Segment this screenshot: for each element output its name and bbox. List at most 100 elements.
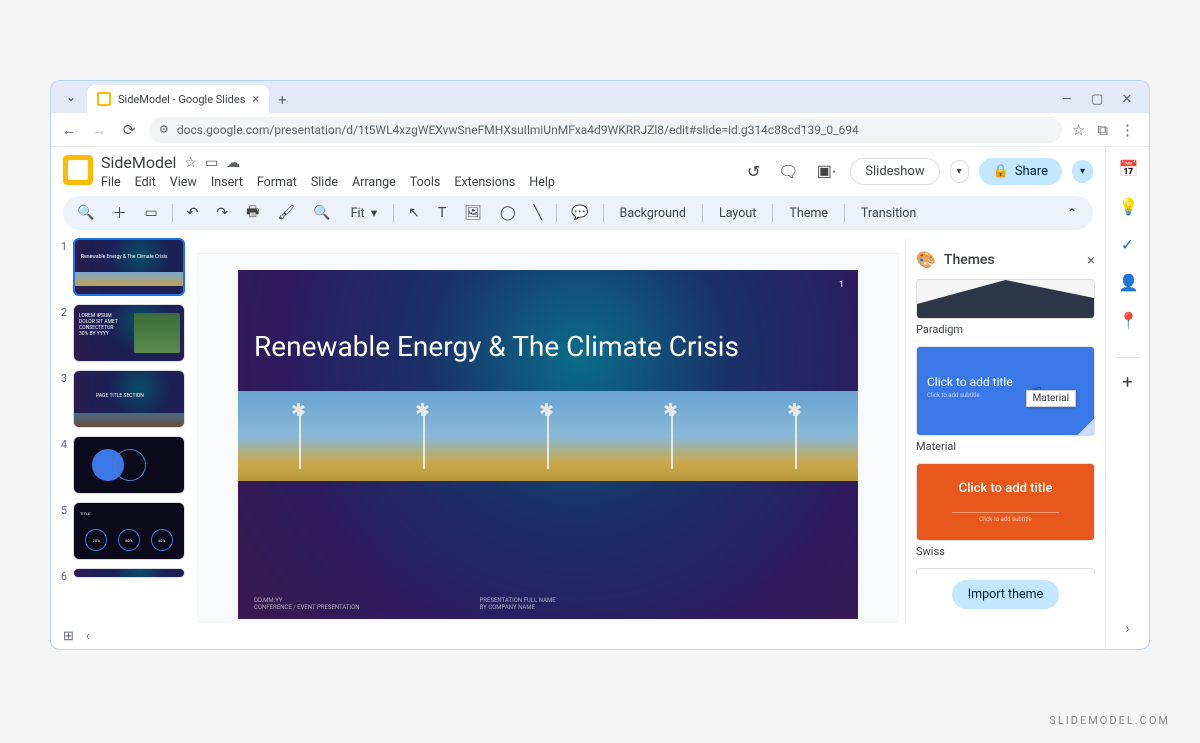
menu-help[interactable]: Help bbox=[529, 175, 555, 190]
browser-tab[interactable]: SideModel - Google Slides × bbox=[87, 85, 269, 113]
close-panel-icon[interactable]: × bbox=[1087, 251, 1095, 269]
forward-button[interactable]: → bbox=[89, 121, 109, 139]
side-rail: 📅 💡 ✓ 👤 📍 + › bbox=[1105, 147, 1149, 649]
share-button[interactable]: 🔒 Share bbox=[979, 158, 1062, 185]
menu-insert[interactable]: Insert bbox=[211, 175, 243, 190]
theme-label: Material bbox=[916, 440, 1095, 453]
slide-canvas[interactable]: 1 Renewable Energy & The Climate Crisis … bbox=[238, 270, 858, 619]
themes-panel-title: Themes bbox=[944, 252, 995, 268]
menu-extensions[interactable]: Extensions bbox=[454, 175, 515, 190]
extensions-icon[interactable]: ⧉ bbox=[1097, 121, 1108, 139]
menu-slide[interactable]: Slide bbox=[311, 175, 338, 190]
theme-button[interactable]: Theme bbox=[783, 204, 834, 223]
theme-card-paradigm[interactable] bbox=[916, 279, 1095, 319]
slide-canvas-area[interactable]: 1 Renewable Energy & The Climate Crisis … bbox=[197, 254, 899, 623]
menu-edit[interactable]: Edit bbox=[135, 175, 156, 190]
slide-thumbnail-5[interactable]: TITLE 20% 80% 40% bbox=[73, 502, 185, 560]
meet-icon[interactable]: ▣∙ bbox=[813, 157, 841, 185]
hide-panel-icon[interactable]: › bbox=[1125, 621, 1129, 637]
slide-title[interactable]: Renewable Energy & The Climate Crisis bbox=[238, 270, 858, 363]
bookmark-icon[interactable]: ☆ bbox=[1072, 121, 1085, 139]
lock-icon: 🔒 bbox=[993, 164, 1009, 179]
share-dropdown[interactable]: ▾ bbox=[1072, 160, 1093, 183]
contacts-icon[interactable]: 👤 bbox=[1119, 273, 1137, 291]
slide-thumbnail-2[interactable]: LOREM IPSUM DOLOR SIT AMET CONSECTETUR 3… bbox=[73, 304, 185, 362]
theme-tooltip: Material bbox=[1026, 390, 1076, 407]
line-tool[interactable]: ╲ bbox=[530, 203, 546, 223]
transition-button[interactable]: Transition bbox=[855, 204, 922, 223]
menu-file[interactable]: File bbox=[101, 175, 121, 190]
site-info-icon[interactable]: ⚙ bbox=[159, 123, 169, 136]
comments-icon[interactable]: 🗨 bbox=[774, 158, 802, 185]
history-icon[interactable]: ↺ bbox=[743, 158, 764, 185]
reload-button[interactable]: ⟳ bbox=[119, 121, 139, 139]
browser-menu-icon[interactable]: ⋮ bbox=[1120, 121, 1135, 139]
slides-favicon bbox=[97, 92, 111, 106]
calendar-icon[interactable]: 📅 bbox=[1119, 159, 1137, 177]
paint-format-button[interactable]: 🖌 bbox=[273, 203, 299, 223]
import-theme-button[interactable]: Import theme bbox=[952, 580, 1059, 609]
maximize-button[interactable]: ▢ bbox=[1091, 92, 1103, 107]
menu-view[interactable]: View bbox=[170, 175, 197, 190]
watermark: SLIDEMODEL.COM bbox=[1049, 714, 1170, 727]
textbox-tool[interactable]: T bbox=[434, 203, 450, 223]
thumb-number: 1 bbox=[57, 238, 67, 296]
star-icon[interactable]: ☆ bbox=[184, 155, 197, 171]
zoom-icon[interactable]: 🔍 bbox=[309, 203, 334, 223]
collapse-toolbar-icon[interactable]: ⌃ bbox=[1061, 204, 1083, 222]
window-controls: — ▢ ✕ bbox=[1061, 92, 1143, 113]
close-window-button[interactable]: ✕ bbox=[1121, 92, 1133, 107]
slide-thumbnail-1[interactable]: Renewable Energy & The Climate Crisis bbox=[73, 238, 185, 296]
document-title[interactable]: SideModel bbox=[101, 153, 176, 172]
background-button[interactable]: Background bbox=[614, 204, 692, 223]
horizontal-ruler[interactable] bbox=[197, 238, 899, 254]
back-button[interactable]: ← bbox=[59, 121, 79, 139]
toolbar: 🔍 ＋ ▭ ↶ ↷ 🖶 🖌 🔍 Fit ▾ ↖ T 🖼 ◯ ╲ 💬 Bac bbox=[63, 196, 1093, 230]
address-bar: ← → ⟳ ⚙ docs.google.com/presentation/d/1… bbox=[51, 113, 1149, 147]
tabs-dropdown[interactable]: ⌄ bbox=[59, 85, 83, 109]
slides-logo-icon[interactable] bbox=[63, 155, 93, 185]
slide-thumbnail-6[interactable] bbox=[73, 568, 185, 578]
maps-icon[interactable]: 📍 bbox=[1119, 311, 1137, 329]
search-menus-icon[interactable]: 🔍 bbox=[73, 203, 98, 223]
layout-button[interactable]: Layout bbox=[713, 204, 762, 223]
new-slide-button[interactable]: ＋ bbox=[108, 201, 130, 225]
slideshow-dropdown[interactable]: ▾ bbox=[950, 160, 969, 183]
addons-icon[interactable]: + bbox=[1115, 357, 1141, 393]
tasks-icon[interactable]: ✓ bbox=[1119, 235, 1137, 253]
comment-add-icon[interactable]: 💬 bbox=[567, 203, 592, 223]
menu-tools[interactable]: Tools bbox=[410, 175, 441, 190]
themes-panel: 🎨 Themes × Paradigm Click to add title C… bbox=[905, 238, 1105, 623]
theme-label: Swiss bbox=[916, 545, 1095, 558]
grid-view-icon[interactable]: ⊞ bbox=[63, 629, 74, 644]
theme-card-swiss[interactable]: Click to add title Click to add subtitle bbox=[916, 463, 1095, 541]
menu-format[interactable]: Format bbox=[257, 175, 297, 190]
url-text: docs.google.com/presentation/d/1t5WL4xzg… bbox=[177, 123, 859, 137]
redo-button[interactable]: ↷ bbox=[212, 203, 232, 223]
keep-icon[interactable]: 💡 bbox=[1119, 197, 1137, 215]
explore-icon[interactable]: ‹ bbox=[86, 629, 90, 644]
app-header: SideModel ☆ ▭ ☁ File Edit View Insert Fo… bbox=[51, 147, 1105, 190]
zoom-select[interactable]: Fit ▾ bbox=[345, 203, 384, 223]
minimize-button[interactable]: — bbox=[1061, 92, 1073, 107]
slideshow-button[interactable]: Slideshow bbox=[850, 158, 939, 185]
slide-thumbnail-4[interactable] bbox=[73, 436, 185, 494]
slide-thumbnail-panel[interactable]: 1 Renewable Energy & The Climate Crisis … bbox=[51, 238, 191, 623]
move-icon[interactable]: ▭ bbox=[205, 155, 218, 171]
tab-title: SideModel - Google Slides bbox=[118, 93, 245, 106]
url-field[interactable]: ⚙ docs.google.com/presentation/d/1t5WL4x… bbox=[149, 117, 1062, 143]
slide-footer: DD.MM.YY CONFERENCE / EVENT PRESENTATION… bbox=[254, 597, 842, 611]
menu-arrange[interactable]: Arrange bbox=[352, 175, 396, 190]
slide-thumbnail-3[interactable]: PAGE TITLE SECTION bbox=[73, 370, 185, 428]
undo-button[interactable]: ↶ bbox=[183, 203, 203, 223]
image-tool[interactable]: 🖼 bbox=[460, 203, 486, 223]
select-tool[interactable]: ↖ bbox=[404, 203, 424, 223]
theme-list[interactable]: Paradigm Click to add title Click to add… bbox=[916, 279, 1095, 574]
close-tab-icon[interactable]: × bbox=[252, 92, 259, 107]
shape-tool[interactable]: ◯ bbox=[496, 203, 520, 223]
print-button[interactable]: 🖶 bbox=[242, 199, 263, 227]
theme-card-material[interactable]: Click to add title Click to add subtitle… bbox=[916, 346, 1095, 436]
theme-card-serif[interactable]: Click to add title bbox=[916, 568, 1095, 574]
new-tab-button[interactable]: + bbox=[269, 87, 295, 113]
new-slide-layout-icon[interactable]: ▭ bbox=[140, 203, 161, 223]
